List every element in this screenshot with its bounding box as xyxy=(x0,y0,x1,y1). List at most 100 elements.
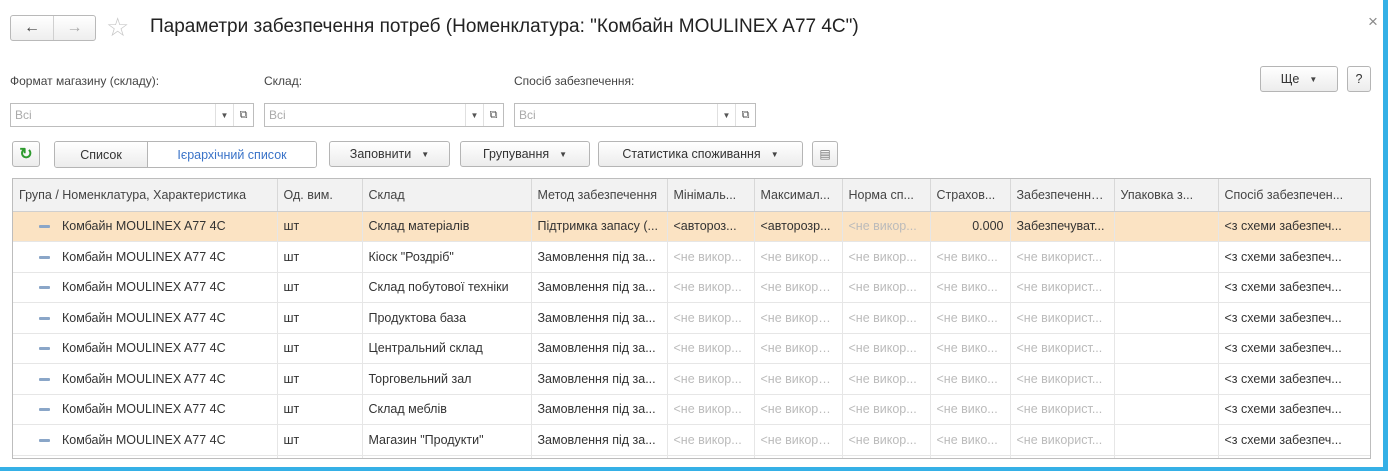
grouping-button[interactable]: Групування ▼ xyxy=(460,141,590,167)
table-cell-name: Комбайн MOULINEX A77 4C xyxy=(13,302,278,334)
table-cell-supply: <не використ... xyxy=(1010,455,1115,458)
table-cell-min: <автороз... xyxy=(667,211,755,242)
table-cell-supply: <не використ... xyxy=(1010,241,1115,273)
table-cell-norm: <не викор... xyxy=(842,424,931,456)
table-cell-name: Комбайн MOULINEX A77 4C xyxy=(13,241,278,273)
item-name: Комбайн MOULINEX A77 4C xyxy=(62,280,226,295)
open-icon[interactable]: ⧉ xyxy=(233,104,253,126)
filter-label-store-format: Формат магазину (складу): xyxy=(10,74,160,88)
fill-label: Заповнити xyxy=(349,147,412,161)
table-cell-name: Комбайн MOULINEX A77 4C xyxy=(13,272,278,303)
help-button[interactable]: ? xyxy=(1347,66,1371,92)
table-cell-norm: <не викор... xyxy=(842,333,931,364)
column-header[interactable]: Забезпечення... xyxy=(1010,179,1115,212)
column-header[interactable]: Максимал... xyxy=(754,179,843,212)
column-header[interactable]: Метод забезпечення xyxy=(531,179,668,212)
column-header[interactable]: Склад xyxy=(362,179,532,212)
open-icon[interactable]: ⧉ xyxy=(483,104,503,126)
table-cell-pack xyxy=(1114,241,1219,273)
table-cell-max: <не викори... xyxy=(754,241,843,273)
table-cell-way: <з схеми забезпеч... xyxy=(1218,302,1370,334)
column-header[interactable]: Мінімаль... xyxy=(667,179,755,212)
table-row[interactable]: Комбайн MOULINEX A77 4C шт Кіоск "Роздріб"… xyxy=(13,241,1370,273)
warehouse-value: Всі xyxy=(269,108,286,122)
table-cell-method: Підтримка запасу (... xyxy=(531,211,668,242)
forward-arrow-icon[interactable]: → xyxy=(52,16,95,40)
table-cell-method: Замовлення під за... xyxy=(531,302,668,334)
table-cell-way: <з схеми забезпеч... xyxy=(1218,424,1370,456)
table-cell-max: <не викори... xyxy=(754,302,843,334)
table-row[interactable]: Комбайн MOULINEX A77 4C шт Продуктова база… xyxy=(13,302,1370,334)
table-cell-min: <не викор... xyxy=(667,455,755,458)
table-cell-method: Замовлення під за... xyxy=(531,363,668,395)
supply-params-table[interactable]: Група / Номенклатура, Характеристика Од.… xyxy=(12,178,1371,459)
table-cell-safety: 0.000 xyxy=(930,211,1011,242)
table-cell-warehouse: Ювелирний магазин №1 xyxy=(362,455,532,458)
filter-settings-icon[interactable]: ▤ xyxy=(812,141,838,167)
column-header[interactable]: Норма сп... xyxy=(842,179,931,212)
consumption-stats-button[interactable]: Статистика споживання ▼ xyxy=(598,141,803,167)
table-row[interactable]: Комбайн MOULINEX A77 4C шт Склад матеріалі… xyxy=(13,211,1370,242)
table-cell-warehouse: Склад матеріалів xyxy=(362,211,532,242)
dropdown-arrow-icon[interactable]: ▼ xyxy=(717,104,735,126)
warehouse-field[interactable]: Всі ▼ ⧉ xyxy=(264,103,504,127)
column-header[interactable]: Од. вим. xyxy=(277,179,363,212)
store-format-field[interactable]: Всі ▼ ⧉ xyxy=(10,103,254,127)
table-row[interactable]: Комбайн MOULINEX A77 4C шт Торговельний за… xyxy=(13,363,1370,395)
column-header[interactable]: Упаковка з... xyxy=(1114,179,1219,212)
table-cell-safety: <не вико... xyxy=(930,424,1011,456)
table-cell-unit: шт xyxy=(277,363,363,395)
table-row[interactable]: Комбайн MOULINEX A77 4CштЮвелирний магаз… xyxy=(13,455,1370,458)
list-view-button[interactable]: Список xyxy=(55,142,148,167)
form-window: ← → ☆ Параметри забезпечення потреб (Ном… xyxy=(0,0,1388,471)
chevron-down-icon: ▼ xyxy=(770,149,779,159)
table-cell-min: <не викор... xyxy=(667,394,755,425)
table-cell-unit: шт xyxy=(277,333,363,364)
table-cell-supply: Забезпечуват... xyxy=(1010,211,1115,242)
table-row[interactable]: Комбайн MOULINEX A77 4C шт Центральний скл… xyxy=(13,333,1370,364)
table-cell-warehouse: Продуктова база xyxy=(362,302,532,334)
item-name: Комбайн MOULINEX A77 4C xyxy=(62,219,226,234)
close-icon[interactable]: × xyxy=(1368,12,1378,32)
fill-button[interactable]: Заповнити ▼ xyxy=(329,141,450,167)
column-header[interactable]: Спосіб забезпечен... xyxy=(1218,179,1370,212)
table-cell-unit: шт xyxy=(277,211,363,242)
open-icon[interactable]: ⧉ xyxy=(735,104,755,126)
more-label: Ще xyxy=(1280,72,1300,86)
dropdown-arrow-icon[interactable]: ▼ xyxy=(215,104,233,126)
item-marker-icon xyxy=(39,438,50,442)
table-cell-unit: шт xyxy=(277,302,363,334)
table-cell-min: <не викор... xyxy=(667,272,755,303)
chevron-down-icon: ▼ xyxy=(421,149,430,159)
table-cell-norm: <не викор... xyxy=(842,241,931,273)
back-arrow-icon[interactable]: ← xyxy=(11,16,53,40)
more-button[interactable]: Ще ▼ xyxy=(1260,66,1338,92)
hierarchical-list-button[interactable]: Ієрархічний список xyxy=(148,142,316,167)
table-cell-warehouse: Склад меблів xyxy=(362,394,532,425)
table-cell-way: <з схеми забезпеч... xyxy=(1218,241,1370,273)
table-row[interactable]: Комбайн MOULINEX A77 4C шт Склад побутової… xyxy=(13,272,1370,303)
table-cell-pack xyxy=(1114,455,1219,458)
dropdown-arrow-icon[interactable]: ▼ xyxy=(465,104,483,126)
favorite-star-icon[interactable]: ☆ xyxy=(106,13,129,41)
table-cell-name: Комбайн MOULINEX A77 4C xyxy=(13,211,278,242)
table-cell-unit: шт xyxy=(277,455,363,458)
table-cell-supply: <не використ... xyxy=(1010,333,1115,364)
table-cell-norm: <не викор... xyxy=(842,455,931,458)
table-cell-pack xyxy=(1114,272,1219,303)
table-row[interactable]: Комбайн MOULINEX A77 4C шт Магазин "Продук… xyxy=(13,424,1370,456)
table-cell-supply: <не використ... xyxy=(1010,394,1115,425)
filter-label-supply-way: Спосіб забезпечення: xyxy=(514,74,635,88)
table-cell-supply: <не використ... xyxy=(1010,363,1115,395)
supply-way-field[interactable]: Всі ▼ ⧉ xyxy=(514,103,756,127)
table-cell-max: <не викори... xyxy=(754,363,843,395)
table-cell-min: <не викор... xyxy=(667,302,755,334)
item-marker-icon xyxy=(39,286,50,290)
refresh-icon[interactable]: ↻ xyxy=(12,141,40,167)
column-header[interactable]: Група / Номенклатура, Характеристика xyxy=(13,179,278,212)
table-cell-warehouse: Центральний склад xyxy=(362,333,532,364)
column-header[interactable]: Страхов... xyxy=(930,179,1011,212)
table-cell-supply: <не використ... xyxy=(1010,302,1115,334)
table-row[interactable]: Комбайн MOULINEX A77 4C шт Склад меблів Зам… xyxy=(13,394,1370,425)
table-cell-min: <не викор... xyxy=(667,424,755,456)
